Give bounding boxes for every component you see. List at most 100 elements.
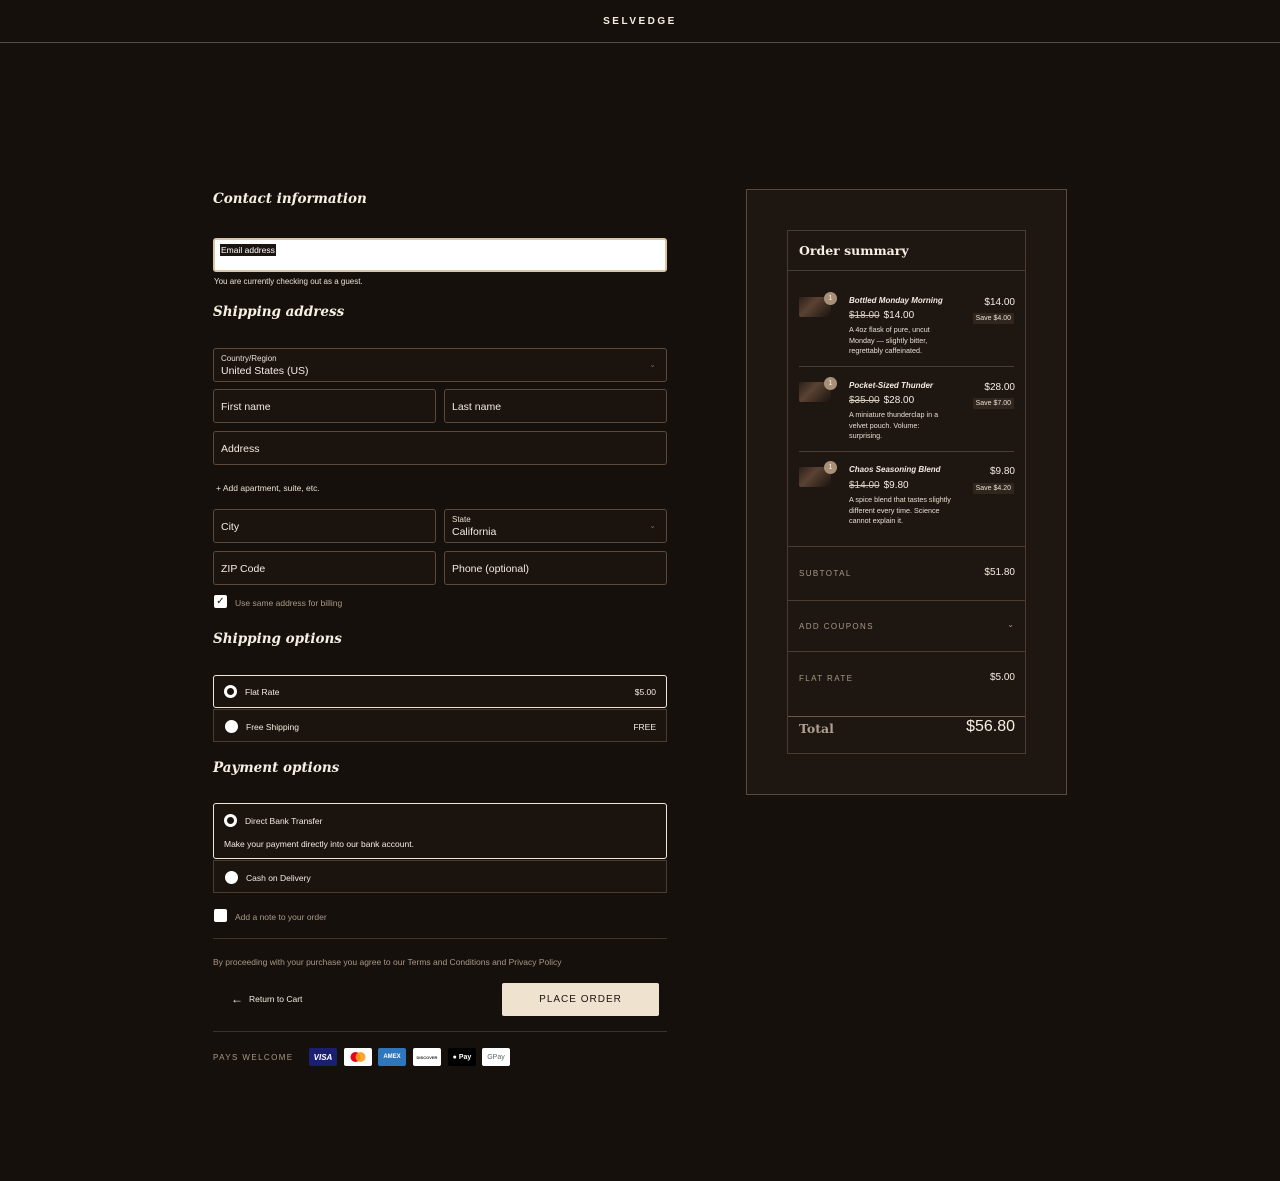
zip-field[interactable]: ZIP Code bbox=[213, 551, 436, 585]
shipping-address-heading: Shipping address bbox=[213, 304, 345, 320]
arrow-left-icon: ← bbox=[231, 992, 243, 1006]
product-prices: $35.00 $28.00 bbox=[849, 395, 914, 406]
total-value: $56.80 bbox=[966, 718, 1015, 735]
same-billing-checkbox[interactable]: ✓ bbox=[214, 595, 227, 608]
discover-text: DISCOVER bbox=[416, 1054, 438, 1060]
product-prices: $18.00 $14.00 bbox=[849, 310, 914, 321]
apple-pay-text: Pay bbox=[458, 1053, 472, 1061]
checkmark-icon: ✓ bbox=[216, 595, 225, 607]
visa-text: VISA bbox=[313, 1052, 333, 1062]
payment-option-description: Make your payment directly into our bank… bbox=[224, 839, 414, 849]
product-prices: $14.00 $9.80 bbox=[849, 480, 909, 491]
flat-rate-label: FLAT RATE bbox=[799, 674, 854, 683]
product-price: $9.80 bbox=[883, 480, 909, 491]
add-apartment-link[interactable]: + Add apartment, suite, etc. bbox=[216, 483, 320, 493]
divider bbox=[788, 270, 1025, 271]
visa-icon: VISA bbox=[309, 1048, 337, 1066]
address-field[interactable]: Address bbox=[213, 431, 667, 465]
return-to-cart-link[interactable]: ← Return to Cart bbox=[231, 993, 302, 1005]
divider bbox=[788, 651, 1025, 652]
product-old-price: $14.00 bbox=[849, 480, 880, 491]
product-price: $14.00 bbox=[883, 310, 915, 321]
amex-text: AMEX bbox=[383, 1054, 401, 1060]
phone-placeholder: Phone (optional) bbox=[452, 563, 530, 575]
apple-pay-icon: ● Pay bbox=[448, 1048, 476, 1066]
add-coupons-toggle[interactable]: ADD COUPONS bbox=[799, 622, 874, 631]
divider bbox=[788, 716, 1025, 717]
shipping-option-price: FREE bbox=[633, 722, 656, 732]
product-old-price: $18.00 bbox=[849, 310, 880, 321]
payment-option-label: Cash on Delivery bbox=[246, 873, 311, 883]
product-description: A spice blend that tastes slightly diffe… bbox=[849, 495, 951, 525]
guest-note: You are currently checking out as a gues… bbox=[214, 277, 363, 286]
return-to-cart-label: Return to Cart bbox=[249, 994, 303, 1004]
state-value: California bbox=[452, 526, 497, 538]
country-select[interactable]: Country/Region United States (US) ⌄ bbox=[213, 348, 667, 382]
subtotal-label: SUBTOTAL bbox=[799, 569, 852, 578]
google-pay-icon: GPay bbox=[482, 1048, 510, 1066]
divider bbox=[799, 451, 1014, 452]
store-logo[interactable]: SELVEDGE bbox=[603, 16, 677, 27]
email-placeholder: Email address bbox=[220, 244, 276, 256]
city-placeholder: City bbox=[221, 521, 240, 533]
chevron-down-icon[interactable]: ⌄ bbox=[1007, 620, 1014, 629]
city-field[interactable]: City bbox=[213, 509, 436, 543]
state-select[interactable]: State California ⌄ bbox=[444, 509, 667, 543]
same-billing-label: Use same address for billing bbox=[235, 598, 343, 608]
product-name: Chaos Seasoning Blend bbox=[849, 465, 941, 474]
first-name-placeholder: First name bbox=[221, 401, 271, 413]
radio-unselected-icon[interactable] bbox=[225, 871, 238, 884]
product-description: A miniature thunderclap in a velvet pouc… bbox=[849, 410, 939, 440]
total-label: Total bbox=[799, 721, 834, 736]
radio-selected-icon[interactable] bbox=[224, 814, 237, 827]
amex-icon: AMEX bbox=[378, 1048, 406, 1066]
quantity-badge: 1 bbox=[824, 377, 837, 390]
flat-rate-value: $5.00 bbox=[989, 672, 1015, 683]
pays-welcome-label: PAYS WELCOME bbox=[213, 1053, 294, 1062]
product-description: A 4oz flask of pure, uncut Monday — slig… bbox=[849, 325, 930, 355]
terms-text: By proceeding with your purchase you agr… bbox=[213, 957, 562, 967]
google-pay-text: GPay bbox=[487, 1053, 505, 1061]
divider bbox=[213, 1031, 667, 1032]
mastercard-circles bbox=[350, 1052, 366, 1062]
subtotal-value: $51.80 bbox=[984, 567, 1015, 578]
product-price: $28.00 bbox=[883, 395, 915, 406]
quantity-badge: 1 bbox=[824, 461, 837, 474]
country-value: United States (US) bbox=[221, 365, 309, 377]
divider bbox=[788, 546, 1025, 547]
place-order-button[interactable]: PLACE ORDER bbox=[502, 983, 659, 1016]
product-old-price: $35.00 bbox=[849, 395, 880, 406]
phone-field[interactable]: Phone (optional) bbox=[444, 551, 667, 585]
email-field[interactable]: Email address bbox=[213, 238, 667, 272]
last-name-placeholder: Last name bbox=[452, 401, 502, 413]
shipping-option-free-shipping[interactable]: Free Shipping FREE bbox=[213, 709, 667, 742]
add-note-label: Add a note to your order bbox=[235, 912, 327, 922]
shipping-option-flat-rate[interactable]: Flat Rate $5.00 bbox=[213, 675, 667, 708]
product-line-total: $28.00 bbox=[984, 382, 1015, 393]
payment-option-bank-transfer[interactable]: Direct Bank Transfer Make your payment d… bbox=[213, 803, 667, 859]
shipping-option-price: $5.00 bbox=[634, 687, 656, 697]
radio-selected-icon[interactable] bbox=[224, 685, 237, 698]
shipping-option-label: Free Shipping bbox=[246, 722, 299, 732]
add-note-checkbox[interactable] bbox=[214, 909, 227, 922]
zip-placeholder: ZIP Code bbox=[221, 563, 266, 575]
quantity-badge: 1 bbox=[824, 292, 837, 305]
country-label: Country/Region bbox=[221, 354, 277, 363]
mastercard-icon bbox=[344, 1048, 372, 1066]
payment-option-label: Direct Bank Transfer bbox=[245, 816, 323, 826]
contact-heading: Contact information bbox=[213, 191, 367, 207]
product-name: Pocket-Sized Thunder bbox=[849, 381, 934, 390]
address-placeholder: Address bbox=[221, 443, 260, 455]
product-line-total: $14.00 bbox=[984, 297, 1015, 308]
product-name: Bottled Monday Morning bbox=[849, 296, 943, 305]
payment-option-cash-on-delivery[interactable]: Cash on Delivery bbox=[213, 860, 667, 893]
divider bbox=[788, 600, 1025, 601]
product-save-badge: Save $7.00 bbox=[972, 398, 1014, 409]
first-name-field[interactable]: First name bbox=[213, 389, 436, 423]
shipping-option-label: Flat Rate bbox=[245, 687, 280, 697]
shipping-options-heading: Shipping options bbox=[213, 631, 342, 647]
last-name-field[interactable]: Last name bbox=[444, 389, 667, 423]
radio-unselected-icon[interactable] bbox=[225, 720, 238, 733]
payment-options-heading: Payment options bbox=[213, 760, 340, 776]
site-header: SELVEDGE bbox=[0, 0, 1280, 43]
